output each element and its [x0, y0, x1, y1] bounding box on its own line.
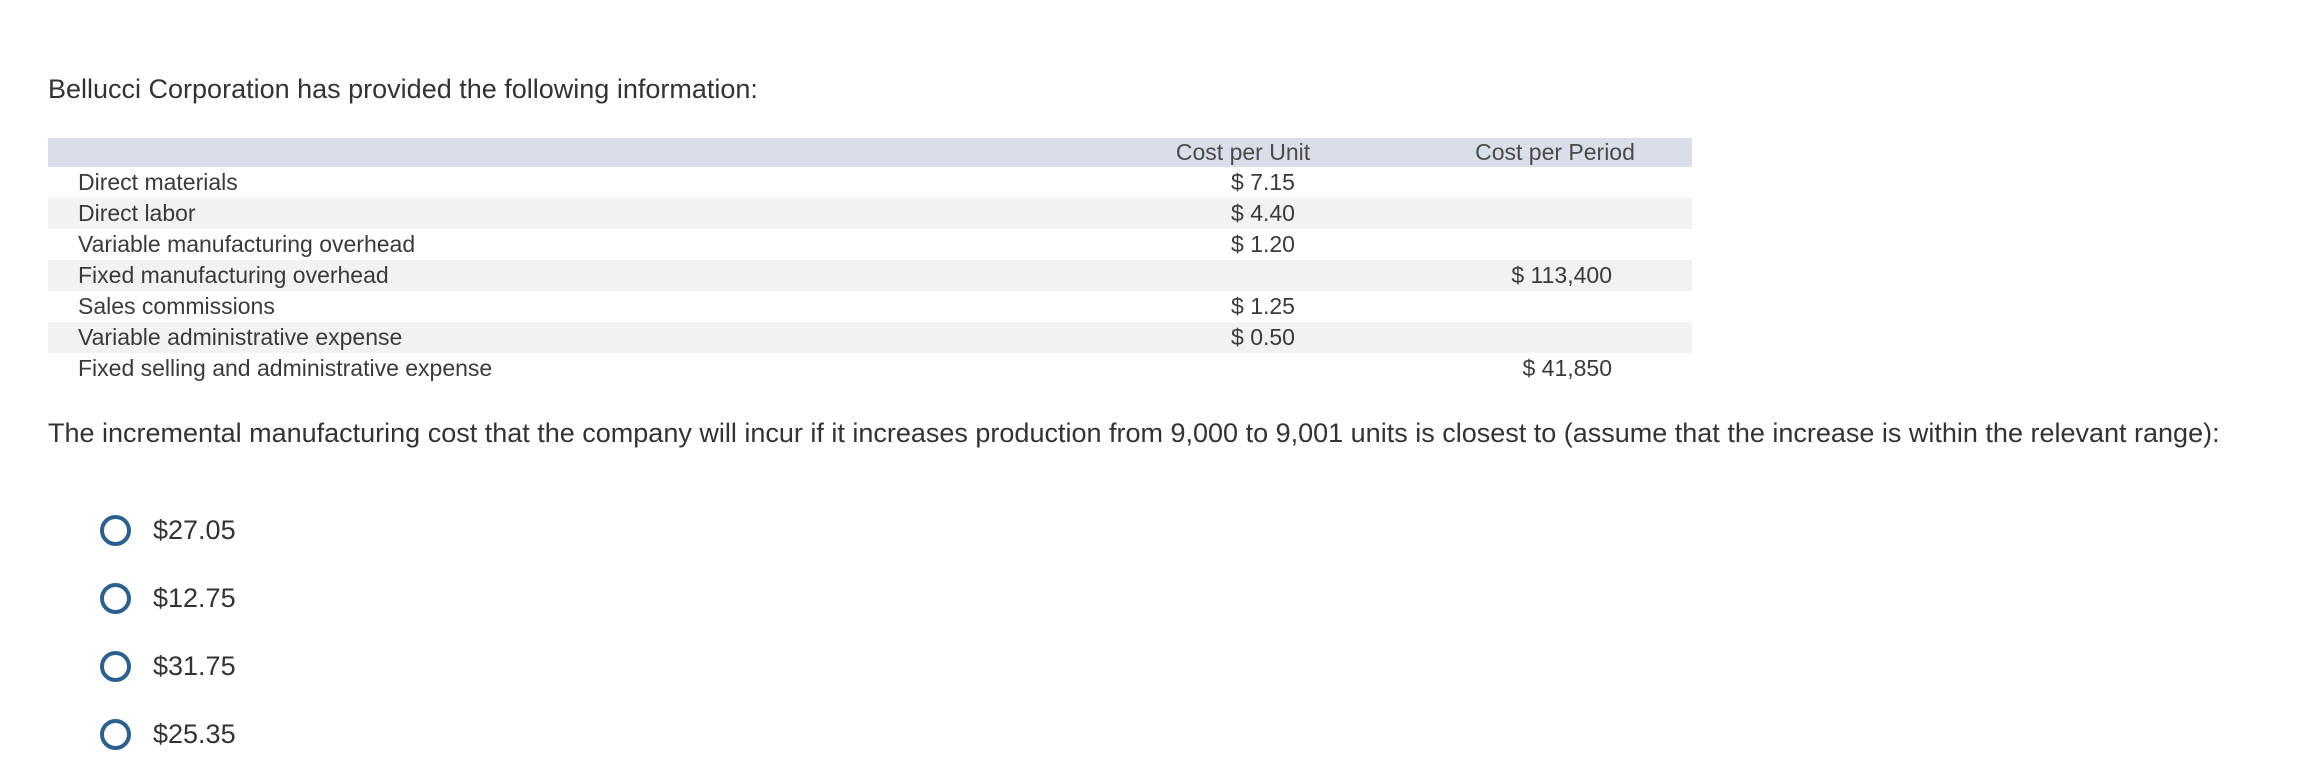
row-label: Fixed manufacturing overhead — [78, 262, 389, 288]
row-cost-per-period — [1418, 198, 1692, 229]
row-label: Direct materials — [78, 169, 238, 195]
row-cost-per-period: $ 113,400 — [1511, 262, 1612, 288]
table-row: Fixed manufacturing overhead $ 113,400 — [48, 260, 1692, 291]
row-cost-per-period — [1418, 291, 1692, 322]
row-cost-per-period: $ 41,850 — [1522, 355, 1612, 381]
row-cost-per-unit: $ 1.20 — [1231, 231, 1295, 257]
radio-button[interactable] — [100, 718, 131, 750]
header-label — [48, 138, 1068, 167]
answer-option-label[interactable]: $12.75 — [153, 579, 236, 617]
radio-button[interactable] — [100, 650, 131, 682]
header-cost-per-period: Cost per Period — [1475, 139, 1635, 165]
question-page: Bellucci Corporation has provided the fo… — [0, 0, 2312, 758]
row-label: Sales commissions — [78, 293, 275, 319]
row-cost-per-period — [1418, 167, 1692, 198]
row-label: Variable administrative expense — [78, 324, 403, 350]
row-cost-per-unit: $ 1.25 — [1231, 293, 1295, 319]
row-cost-per-unit: $ 0.50 — [1231, 324, 1295, 350]
row-label: Fixed selling and administrative expense — [78, 355, 493, 381]
table-row: Direct materials $ 7.15 — [48, 167, 1692, 198]
cost-table: Cost per Unit Cost per Period Direct mat… — [48, 138, 1692, 384]
row-label: Direct labor — [78, 200, 196, 226]
answer-option-label[interactable]: $31.75 — [153, 647, 236, 685]
row-cost-per-period — [1418, 229, 1692, 260]
question-text: The incremental manufacturing cost that … — [48, 418, 2220, 448]
table-row: Variable administrative expense $ 0.50 — [48, 322, 1692, 353]
row-label: Variable manufacturing overhead — [78, 231, 416, 257]
table-row: Sales commissions $ 1.25 — [48, 291, 1692, 322]
answer-option-label[interactable]: $27.05 — [153, 511, 236, 549]
table-header-row: Cost per Unit Cost per Period — [48, 138, 1692, 167]
table-row: Direct labor $ 4.40 — [48, 198, 1692, 229]
answer-option-1[interactable]: $27.05 — [100, 496, 236, 564]
intro-text: Bellucci Corporation has provided the fo… — [48, 74, 758, 104]
radio-button[interactable] — [100, 514, 131, 546]
answer-option-2[interactable]: $12.75 — [100, 564, 236, 632]
radio-button[interactable] — [100, 582, 131, 614]
answer-option-3[interactable]: $31.75 — [100, 632, 236, 700]
table-row: Fixed selling and administrative expense… — [48, 353, 1692, 384]
row-cost-per-unit: $ 4.40 — [1231, 200, 1295, 226]
answer-options: $27.05 $12.75 $31.75 $25.35 — [100, 496, 236, 768]
table-row: Variable manufacturing overhead $ 1.20 — [48, 229, 1692, 260]
answer-option-label[interactable]: $25.35 — [153, 715, 236, 753]
row-cost-per-period — [1418, 322, 1692, 353]
header-cost-per-unit: Cost per Unit — [1175, 139, 1311, 165]
row-cost-per-unit: $ 7.15 — [1231, 169, 1295, 195]
